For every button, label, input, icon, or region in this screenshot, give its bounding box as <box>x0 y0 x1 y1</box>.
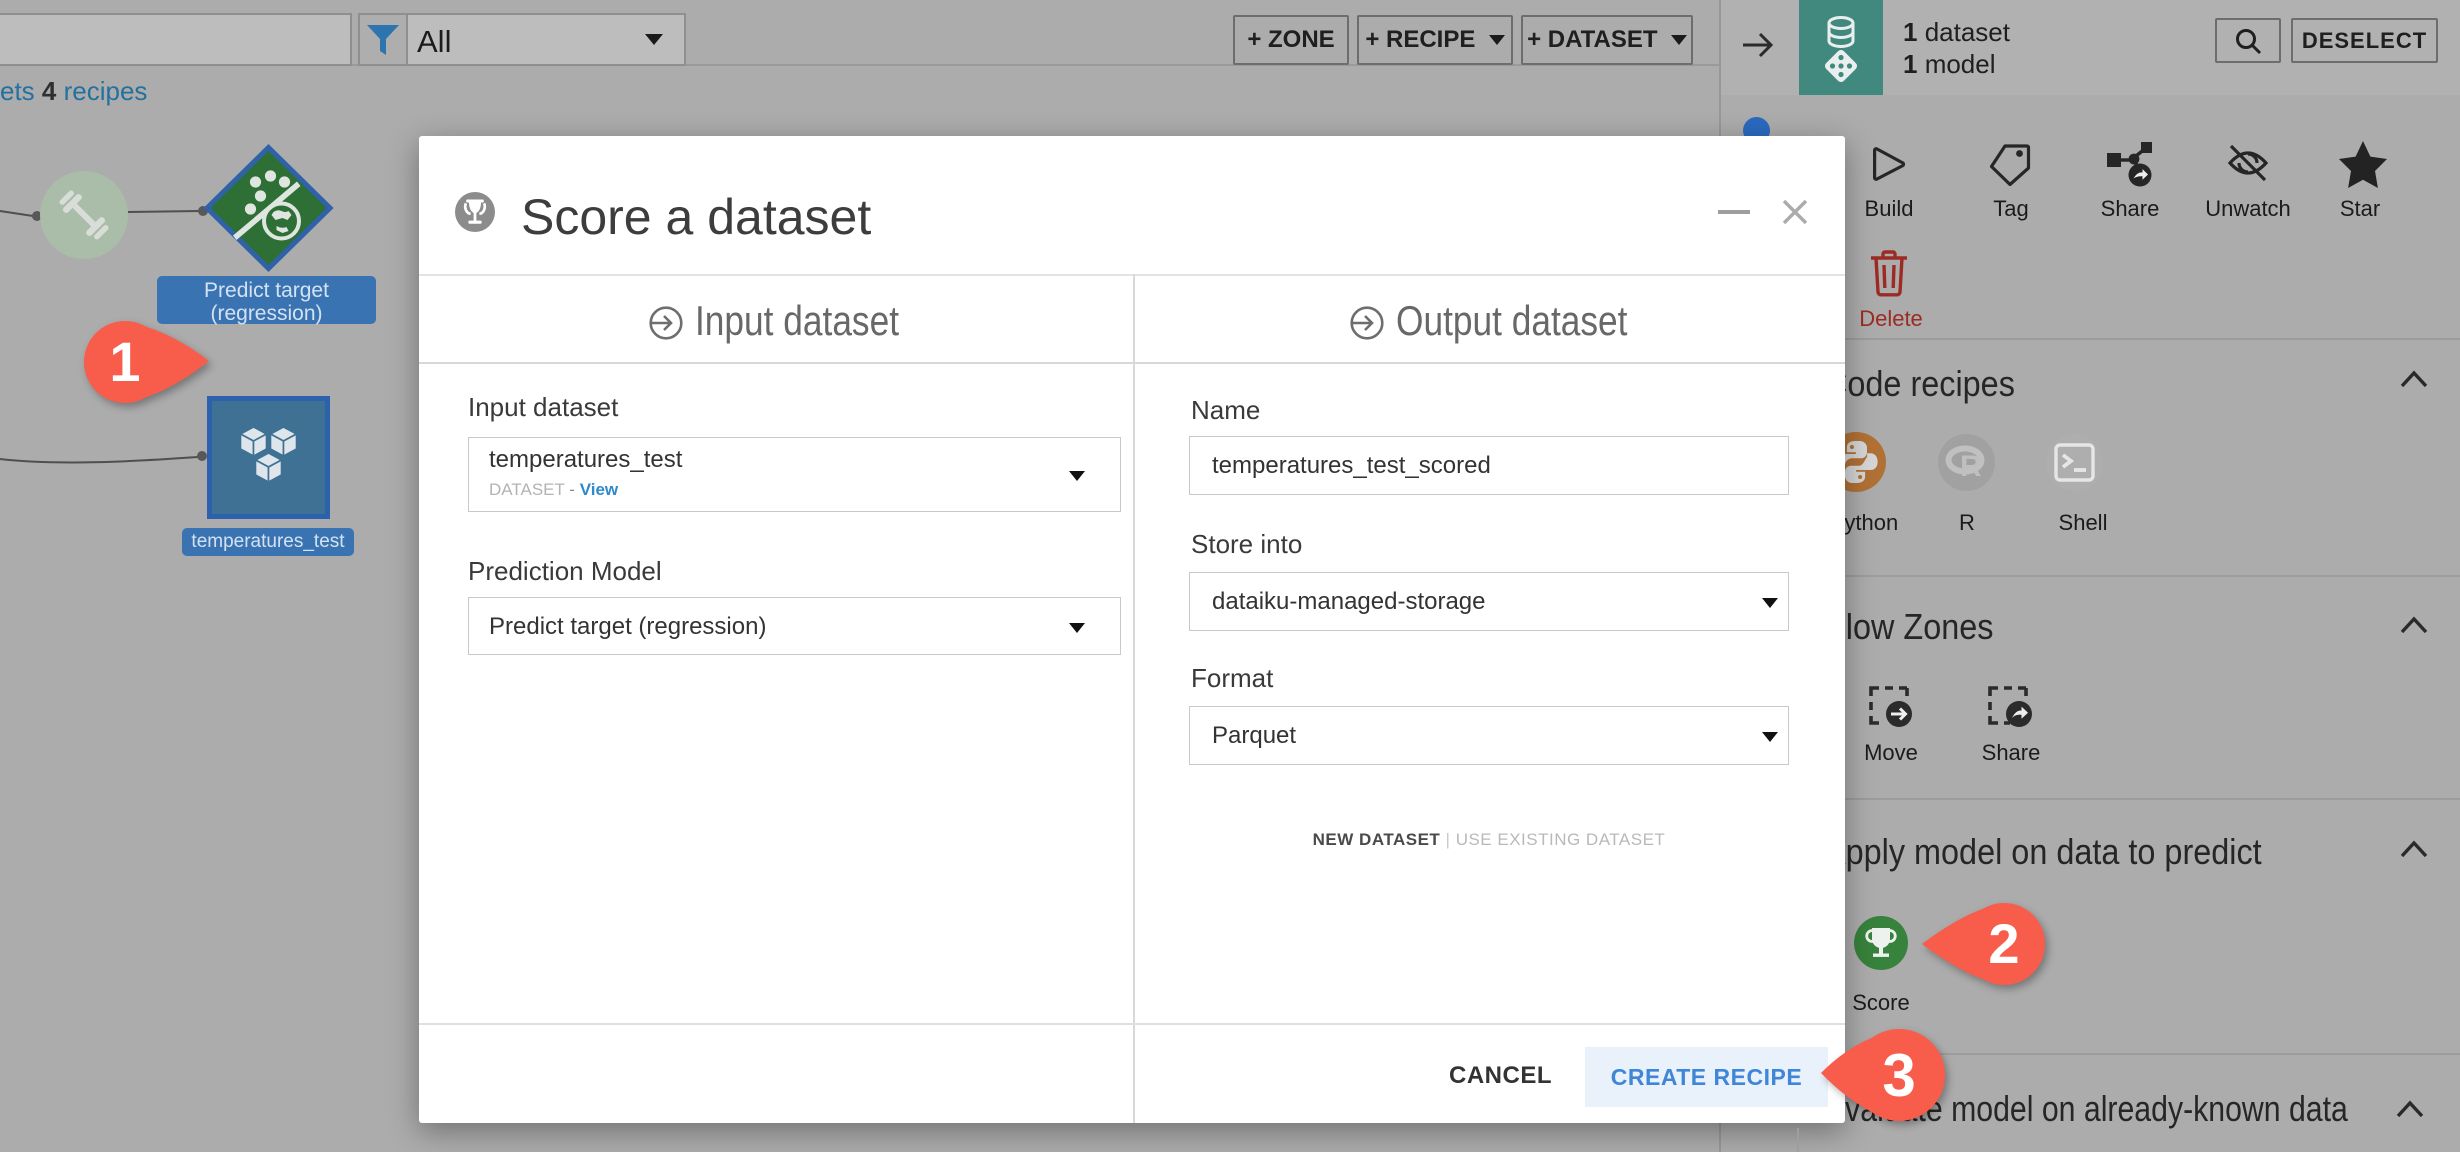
svg-text:2: 2 <box>1988 912 2019 975</box>
svg-text:R: R <box>1960 450 1982 483</box>
svg-text:1: 1 <box>109 330 140 393</box>
svg-text:3: 3 <box>1882 1042 1915 1109</box>
